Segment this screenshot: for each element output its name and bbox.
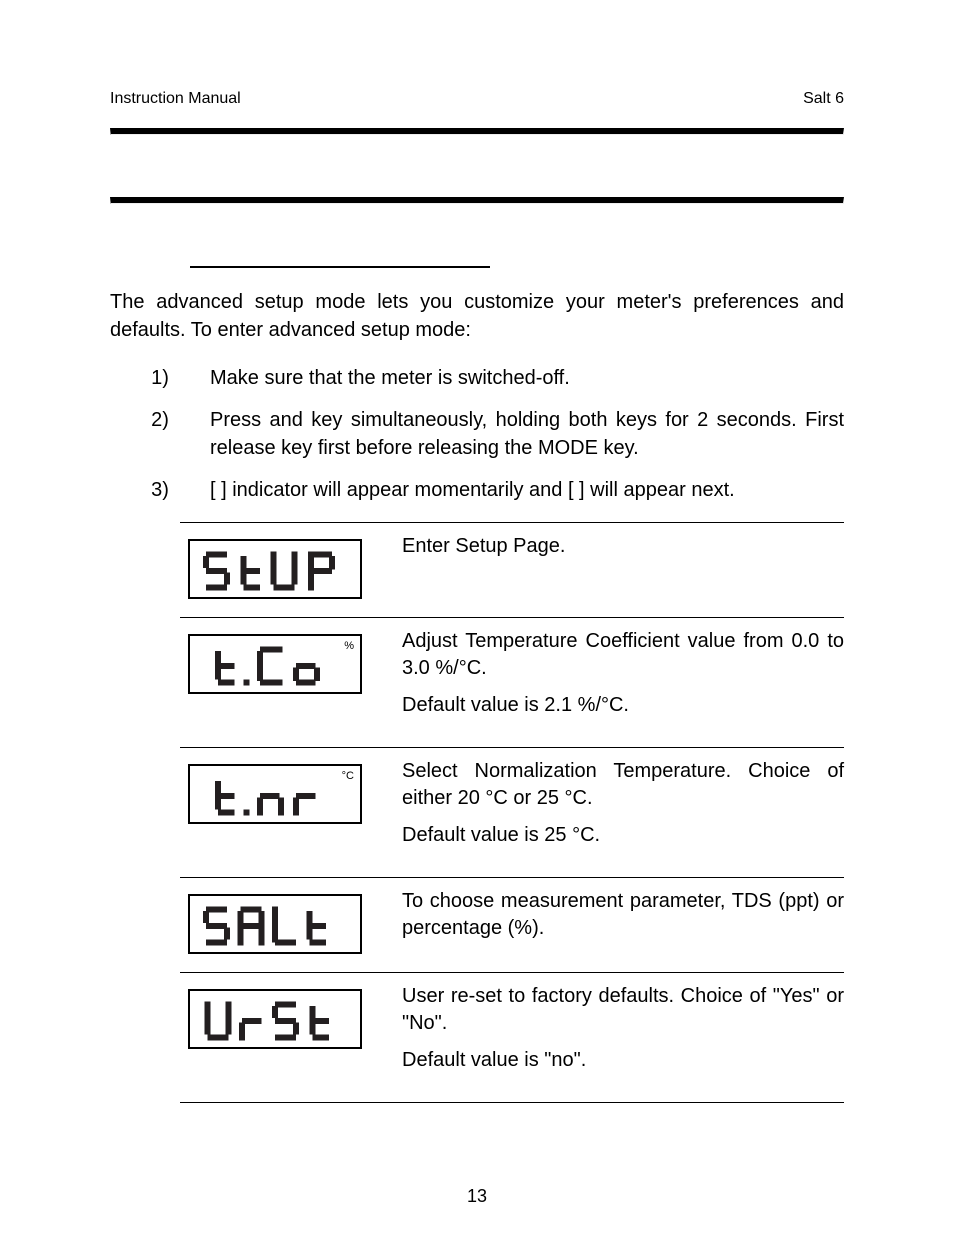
rule-top xyxy=(110,128,844,135)
desc-text: Adjust Temperature Coefficient value fro… xyxy=(402,628,844,682)
setup-table: Enter Setup Page. % xyxy=(180,522,844,1103)
seven-seg-icon xyxy=(200,641,350,691)
steps-list: Make sure that the meter is switched-off… xyxy=(110,364,844,504)
desc-text: Enter Setup Page. xyxy=(402,533,844,560)
section-underline xyxy=(190,266,490,268)
seven-seg-icon xyxy=(200,996,350,1046)
header-right: Salt 6 xyxy=(803,90,844,108)
lcd-cell: % xyxy=(180,628,370,694)
table-row: To choose measurement parameter, TDS (pp… xyxy=(180,877,844,972)
intro-text: The advanced setup mode lets you customi… xyxy=(110,288,844,344)
lcd-display-urst xyxy=(188,989,362,1049)
rule-second xyxy=(110,197,844,204)
step-item: Press and key simultaneously, holding bo… xyxy=(180,406,844,462)
lcd-cell: °C xyxy=(180,758,370,824)
desc-cell: To choose measurement parameter, TDS (pp… xyxy=(402,888,844,952)
seven-seg-icon xyxy=(200,901,350,951)
lcd-display-stup xyxy=(188,539,362,599)
page-number: 13 xyxy=(0,1186,954,1207)
table-row: °C xyxy=(180,747,844,877)
desc-text: Default value is "no". xyxy=(402,1047,844,1074)
desc-cell: Enter Setup Page. xyxy=(402,533,844,570)
desc-text: Default value is 25 °C. xyxy=(402,822,844,849)
desc-text: Select Normalization Temperature. Choice… xyxy=(402,758,844,812)
step-item: [ ] indicator will appear momentarily an… xyxy=(180,476,844,504)
table-row: Enter Setup Page. xyxy=(180,522,844,617)
desc-text: To choose measurement parameter, TDS (pp… xyxy=(402,888,844,942)
lcd-unit: °C xyxy=(342,770,354,782)
desc-cell: Adjust Temperature Coefficient value fro… xyxy=(402,628,844,729)
lcd-cell xyxy=(180,888,370,954)
desc-cell: User re-set to factory defaults. Choice … xyxy=(402,983,844,1084)
lcd-cell xyxy=(180,533,370,599)
table-row: User re-set to factory defaults. Choice … xyxy=(180,972,844,1103)
seven-seg-icon xyxy=(200,546,350,596)
lcd-display-tco: % xyxy=(188,634,362,694)
lcd-unit: % xyxy=(344,640,354,652)
desc-text: User re-set to factory defaults. Choice … xyxy=(402,983,844,1037)
lcd-display-salt xyxy=(188,894,362,954)
lcd-cell xyxy=(180,983,370,1049)
table-row: % xyxy=(180,617,844,747)
step-item: Make sure that the meter is switched-off… xyxy=(180,364,844,392)
desc-text: Default value is 2.1 %/°C. xyxy=(402,692,844,719)
seven-seg-icon xyxy=(200,771,350,821)
header-left: Instruction Manual xyxy=(110,90,241,108)
page: Instruction Manual Salt 6 The advanced s… xyxy=(0,0,954,1247)
lcd-display-tnr: °C xyxy=(188,764,362,824)
page-header: Instruction Manual Salt 6 xyxy=(110,90,844,108)
desc-cell: Select Normalization Temperature. Choice… xyxy=(402,758,844,859)
